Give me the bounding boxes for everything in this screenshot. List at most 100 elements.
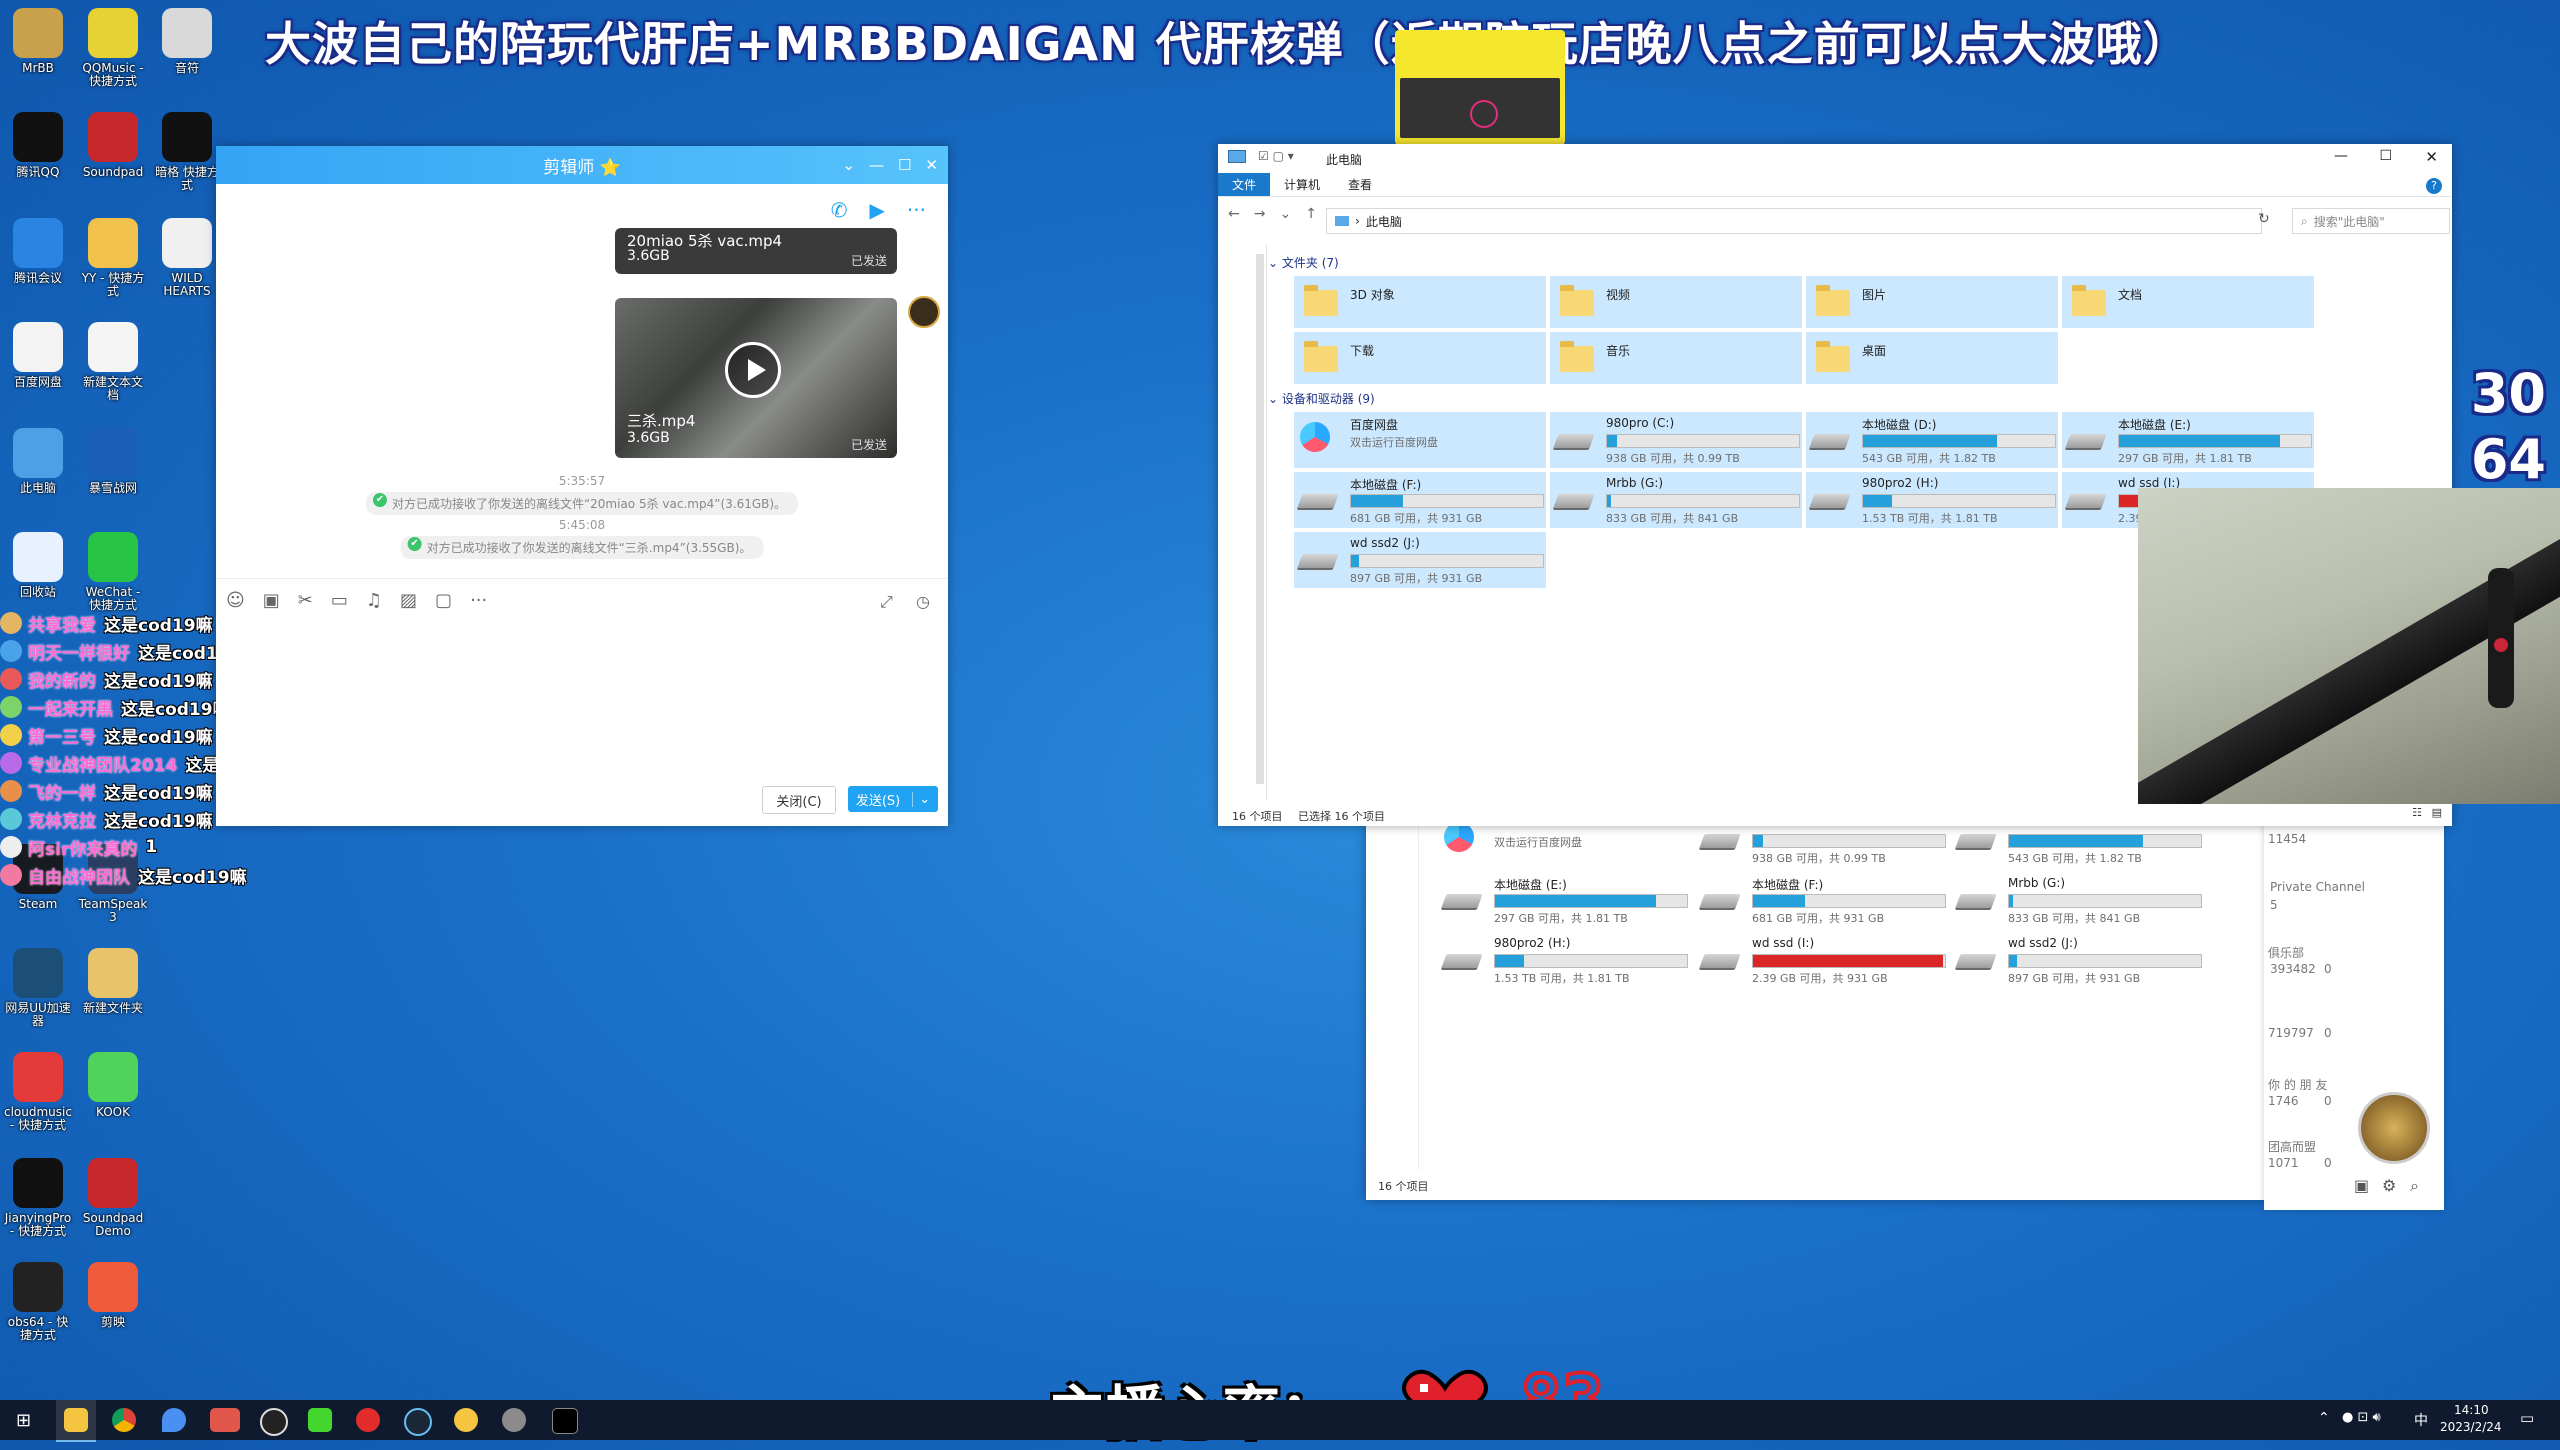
notification-icon[interactable]: ▭ [2520, 1409, 2534, 1427]
drive-tile[interactable]: wd ssd2 (J:) 897 GB 可用，共 931 GB [1952, 932, 2204, 988]
drive-tile[interactable]: wd ssd2 (J:) 897 GB 可用，共 931 GB [1294, 532, 1546, 588]
scrollbar[interactable] [1256, 254, 1264, 784]
folders-header[interactable]: ⌄ 文件夹 (7) [1268, 254, 1339, 271]
steam-icon[interactable] [404, 1408, 432, 1436]
desktop-icon[interactable]: YY - 快捷方式 [78, 218, 148, 298]
scissors-icon[interactable]: ✂ [298, 590, 313, 611]
devices-header[interactable]: ⌄ 设备和驱动器 (9) [1268, 390, 1375, 407]
close-icon[interactable]: ✕ [2425, 148, 2438, 166]
taskbar-file-explorer[interactable] [56, 1400, 96, 1442]
maximize-icon[interactable]: ☐ [898, 156, 911, 174]
back-arrow-icon[interactable]: ← [1228, 206, 1240, 222]
folder-tile[interactable]: 视频 [1550, 276, 1802, 328]
desktop-icon[interactable]: 暴雪战网 [78, 428, 148, 495]
play-icon[interactable] [725, 342, 781, 398]
breadcrumb[interactable]: 此电脑 [1366, 213, 1402, 230]
desktop-icon[interactable]: KOOK [78, 1052, 148, 1119]
bilibili-icon[interactable] [210, 1408, 240, 1432]
desktop-icon[interactable]: 音符 [152, 8, 222, 75]
explorer-titlebar[interactable]: ☑ ▢ ▾ 此电脑 — ☐ ✕ [1218, 144, 2452, 172]
drive-tile[interactable]: 本地磁盘 (F:) 681 GB 可用，共 931 GB [1696, 872, 1948, 928]
desktop-icon[interactable]: Soundpad [78, 112, 148, 179]
drive-tile[interactable]: 980pro (C:) 938 GB 可用，共 0.99 TB [1550, 412, 1802, 468]
help-icon[interactable]: ? [2426, 178, 2442, 194]
desktop-icon[interactable]: 腾讯QQ [3, 112, 73, 179]
drive-tile[interactable]: 本地磁盘 (F:) 681 GB 可用，共 931 GB [1294, 472, 1546, 528]
screen-share-icon[interactable]: ▣ [2354, 1176, 2369, 1195]
tab-file[interactable]: 文件 [1218, 173, 1271, 196]
chevron-down-icon[interactable]: ⌄ [1279, 206, 1291, 222]
drive-tile[interactable]: 本地磁盘 (D:) 543 GB 可用，共 1.82 TB [1806, 412, 2058, 468]
drive-tile[interactable]: wd ssd (I:) 2.39 GB 可用，共 931 GB [1696, 932, 1948, 988]
minimize-icon[interactable]: — [869, 156, 884, 174]
settings-icon[interactable]: ⚙ [2382, 1176, 2396, 1195]
desktop-icon[interactable]: 暗格 快捷方式 [152, 112, 222, 192]
gif-icon[interactable]: ▣ [263, 590, 280, 611]
drive-tile[interactable]: Mrbb (G:) 833 GB 可用，共 841 GB [1952, 872, 2204, 928]
video-message-2[interactable]: 三杀.mp4 3.6GB 已发送 [615, 298, 897, 458]
music-icon[interactable]: ♫ [366, 590, 382, 611]
desktop-icon[interactable]: 百度网盘 [3, 322, 73, 389]
minimize-icon[interactable]: — [2334, 148, 2348, 164]
desktop-icon[interactable]: WILD HEARTS [152, 218, 222, 298]
chevron-down-icon[interactable]: ⌄ [842, 156, 855, 174]
video-message-1[interactable]: 20miao 5杀 vac.mp4 3.6GB 已发送 [615, 228, 897, 274]
drive-tile[interactable]: 本地磁盘 (E:) 297 GB 可用，共 1.81 TB [1438, 872, 1690, 928]
folder-tile[interactable]: 音乐 [1550, 332, 1802, 384]
chat-titlebar[interactable]: 剪辑师 ⭐ ⌄ — ☐ ✕ [216, 146, 948, 184]
desktop-icon[interactable]: QQMusic - 快捷方式 [78, 8, 148, 88]
desktop-icon[interactable]: 剪映 [78, 1262, 148, 1329]
send-button[interactable]: 发送(S) ⌄ [848, 786, 938, 812]
message-input[interactable] [226, 620, 936, 770]
image-icon[interactable]: ▨ [400, 590, 417, 611]
folder-tile[interactable]: 3D 对象 [1294, 276, 1546, 328]
desktop-icon[interactable]: WeChat - 快捷方式 [78, 532, 148, 612]
folder-tile[interactable]: 桌面 [1806, 332, 2058, 384]
folder-icon[interactable]: ▭ [331, 590, 348, 611]
location-icon[interactable] [162, 1408, 186, 1432]
desktop-icon[interactable]: 新建文件夹 [78, 948, 148, 1015]
drive-tile[interactable]: 百度网盘 双击运行百度网盘 [1294, 412, 1546, 468]
desktop-icon[interactable]: cloudmusic - 快捷方式 [3, 1052, 73, 1132]
chrome-icon[interactable] [112, 1408, 136, 1432]
more-icon[interactable]: ··· [907, 198, 926, 222]
capcut-icon[interactable] [552, 1408, 578, 1434]
desktop-icon[interactable]: obs64 - 快捷方式 [3, 1262, 73, 1342]
screen-icon[interactable]: ▢ [435, 590, 452, 611]
maximize-icon[interactable]: ☐ [2379, 148, 2392, 164]
app-icon[interactable] [260, 1408, 288, 1436]
folder-tile[interactable]: 图片 [1806, 276, 2058, 328]
history-icon[interactable]: ◷ [916, 592, 930, 611]
emoji-icon[interactable]: ☺ [226, 590, 245, 611]
desktop-icon[interactable]: 新建文本文档 [78, 322, 148, 402]
drive-tile[interactable]: Mrbb (G:) 833 GB 可用，共 841 GB [1550, 472, 1802, 528]
desktop-icon[interactable]: 回收站 [3, 532, 73, 599]
avatar[interactable] [908, 296, 940, 328]
folder-tile[interactable]: 文档 [2062, 276, 2314, 328]
desktop-icon[interactable]: Soundpad Demo [78, 1158, 148, 1238]
razer-icon[interactable] [308, 1408, 332, 1432]
desktop-icon[interactable]: 腾讯会议 [3, 218, 73, 285]
ime-indicator[interactable]: 中 [2414, 1410, 2428, 1430]
windows-start-icon[interactable]: ⊞ [16, 1410, 31, 1431]
avatar[interactable] [2358, 1092, 2430, 1164]
drive-tile[interactable]: 980pro2 (H:) 1.53 TB 可用，共 1.81 TB [1438, 932, 1690, 988]
expand-icon[interactable]: ⤢ [880, 592, 893, 612]
details-view-icon[interactable]: ☷ [2412, 806, 2422, 819]
drive-tile[interactable]: 本地磁盘 (E:) 297 GB 可用，共 1.81 TB [2062, 412, 2314, 468]
up-arrow-icon[interactable]: ↑ [1305, 206, 1317, 222]
tray-icons[interactable]: ● ⊡ 🔊︎ [2342, 1410, 2381, 1425]
tab-computer[interactable]: 计算机 [1270, 173, 1334, 196]
close-icon[interactable]: ✕ [925, 156, 938, 174]
phone-icon[interactable]: ✆ [831, 198, 848, 222]
search-box[interactable]: ⌕ 搜索"此电脑" [2292, 208, 2450, 234]
explorer-window-back[interactable]: 双击运行百度网盘 938 GB 可用，共 0.99 TB 543 GB 可用，共 1… [1366, 820, 2264, 1200]
tiles-view-icon[interactable]: ▤ [2432, 806, 2442, 819]
close-button[interactable]: 关闭(C) [762, 786, 836, 814]
desktop-icon[interactable]: 网易UU加速器 [3, 948, 73, 1028]
address-bar[interactable]: › 此电脑 [1326, 208, 2262, 234]
netease-music-icon[interactable] [356, 1408, 380, 1432]
yy-icon[interactable] [454, 1408, 478, 1432]
tab-view[interactable]: 查看 [1334, 173, 1386, 196]
chevron-down-icon[interactable]: ⌄ [912, 791, 930, 807]
